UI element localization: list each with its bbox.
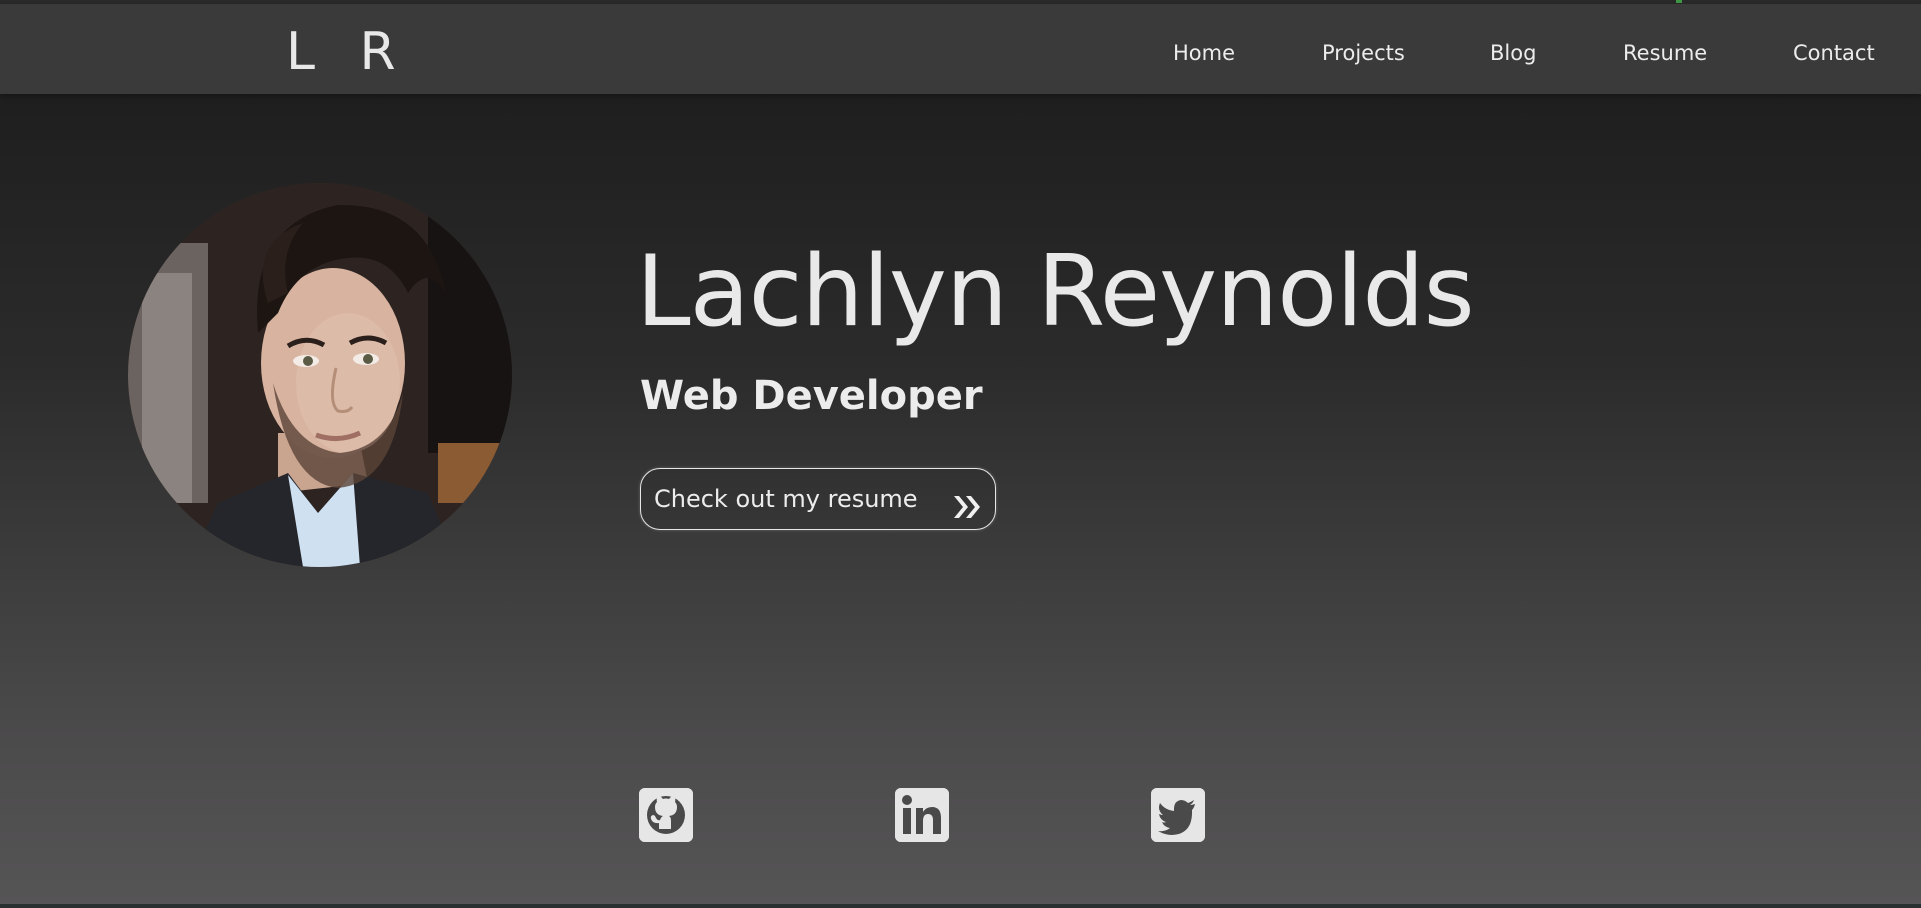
profile-photo-illustration [128,183,512,567]
navbar: L R Home Projects Blog Resume Contact [0,4,1921,94]
linkedin-icon [895,788,949,842]
accent-indicator [1676,0,1682,3]
nav-home[interactable]: Home [1173,38,1235,68]
nav-blog[interactable]: Blog [1490,38,1536,68]
nav-projects[interactable]: Projects [1322,38,1405,68]
double-chevron-right-icon [951,484,983,518]
twitter-link[interactable] [1151,788,1205,842]
github-icon [639,788,693,842]
github-link[interactable] [639,788,693,842]
nav-contact[interactable]: Contact [1793,38,1875,68]
page: L R Home Projects Blog Resume Contact La… [0,0,1921,908]
nav-resume[interactable]: Resume [1623,38,1707,68]
resume-button[interactable]: Check out my resume [640,468,996,530]
hero-role: Web Developer [640,373,983,419]
twitter-icon [1151,788,1205,842]
profile-photo [128,183,512,567]
resume-button-label: Check out my resume [654,485,918,513]
hero-name: Lachlyn Reynolds [636,235,1475,349]
bottom-border [0,904,1921,908]
linkedin-link[interactable] [895,788,949,842]
nav-links: Home Projects Blog Resume Contact [0,38,1921,68]
